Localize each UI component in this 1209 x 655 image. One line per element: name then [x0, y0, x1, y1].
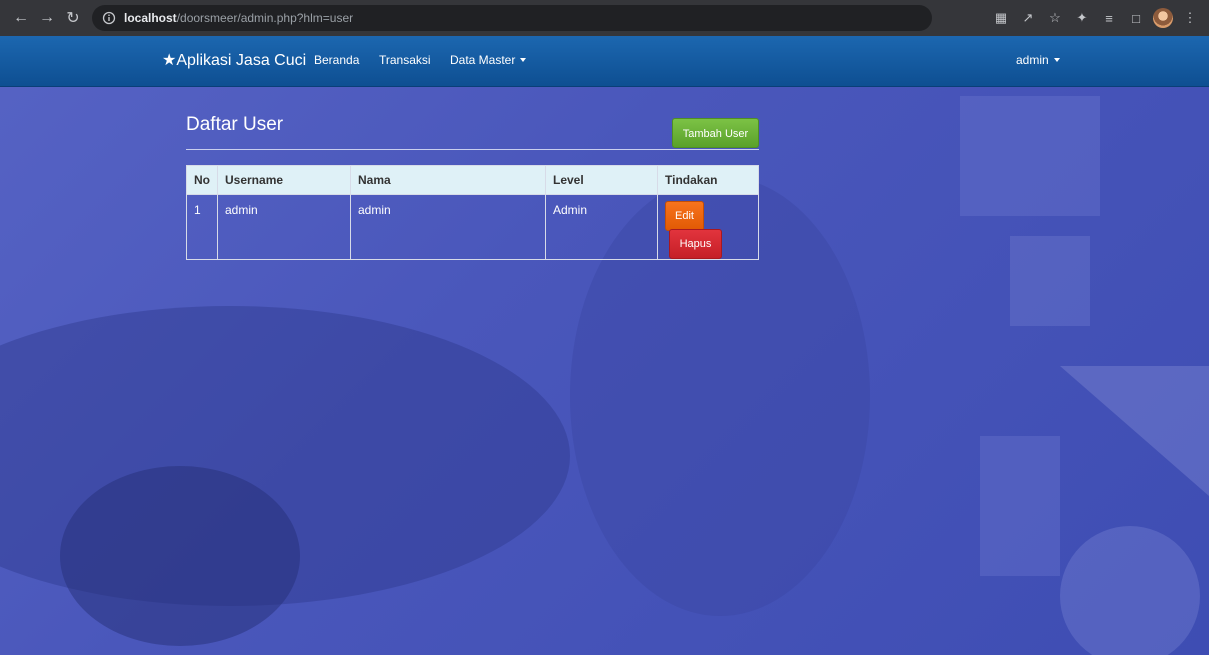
back-icon[interactable]: ← [10, 7, 32, 29]
cell-username: admin [217, 194, 351, 260]
user-table: No Username Nama Level Tindakan 1 admin … [186, 165, 759, 260]
menu-icon[interactable]: ⋮ [1179, 7, 1201, 29]
divider [186, 149, 759, 150]
edit-button[interactable]: Edit [665, 201, 704, 231]
reading-list-icon[interactable]: ≡ [1098, 7, 1120, 29]
share-icon[interactable]: ↗ [1017, 7, 1039, 29]
page-content: ★Aplikasi Jasa Cuci Beranda Transaksi Da… [0, 36, 1209, 655]
nav-transaksi[interactable]: Transaksi [379, 53, 431, 67]
extensions-icon[interactable]: ✦ [1071, 7, 1093, 29]
reload-icon[interactable]: ↻ [62, 7, 84, 29]
column-header-username: Username [217, 165, 351, 195]
chevron-down-icon [520, 58, 527, 62]
table-row: 1 admin admin Admin EditHapus [186, 194, 759, 260]
browser-toolbar: ← → ↻ localhost/doorsmeer/admin.php?hlm=… [0, 0, 1209, 36]
page-title: Daftar User [186, 114, 284, 135]
top-navbar: ★Aplikasi Jasa Cuci Beranda Transaksi Da… [0, 36, 1209, 87]
column-header-no: No [186, 165, 218, 195]
cell-actions: EditHapus [657, 194, 759, 260]
cell-level: Admin [545, 194, 658, 260]
background-image [0, 96, 1209, 655]
cell-nama: admin [350, 194, 546, 260]
info-icon[interactable] [102, 11, 116, 25]
column-header-nama: Nama [350, 165, 546, 195]
column-header-tindakan: Tindakan [657, 165, 759, 195]
delete-button[interactable]: Hapus [669, 229, 722, 259]
column-header-level: Level [545, 165, 658, 195]
forward-icon[interactable]: → [36, 7, 58, 29]
address-bar[interactable]: localhost/doorsmeer/admin.php?hlm=user [92, 5, 932, 31]
table-header: No Username Nama Level Tindakan [186, 165, 759, 195]
profile-avatar[interactable] [1152, 7, 1174, 29]
nav-beranda[interactable]: Beranda [314, 53, 359, 67]
add-user-button[interactable]: Tambah User [672, 118, 759, 148]
user-menu[interactable]: admin [1016, 53, 1060, 67]
translate-icon[interactable]: ▦ [990, 7, 1012, 29]
nav-data-master[interactable]: Data Master [450, 53, 527, 67]
url-host: localhost [124, 11, 177, 25]
user-menu-label: admin [1016, 53, 1049, 67]
side-panel-icon[interactable]: □ [1125, 7, 1147, 29]
nav-data-master-label: Data Master [450, 53, 516, 67]
brand-link[interactable]: ★Aplikasi Jasa Cuci [162, 50, 306, 70]
star-icon[interactable]: ☆ [1044, 7, 1066, 29]
chevron-down-icon [1053, 58, 1060, 62]
url-path: /doorsmeer/admin.php?hlm=user [176, 11, 354, 25]
cell-no: 1 [186, 194, 218, 260]
